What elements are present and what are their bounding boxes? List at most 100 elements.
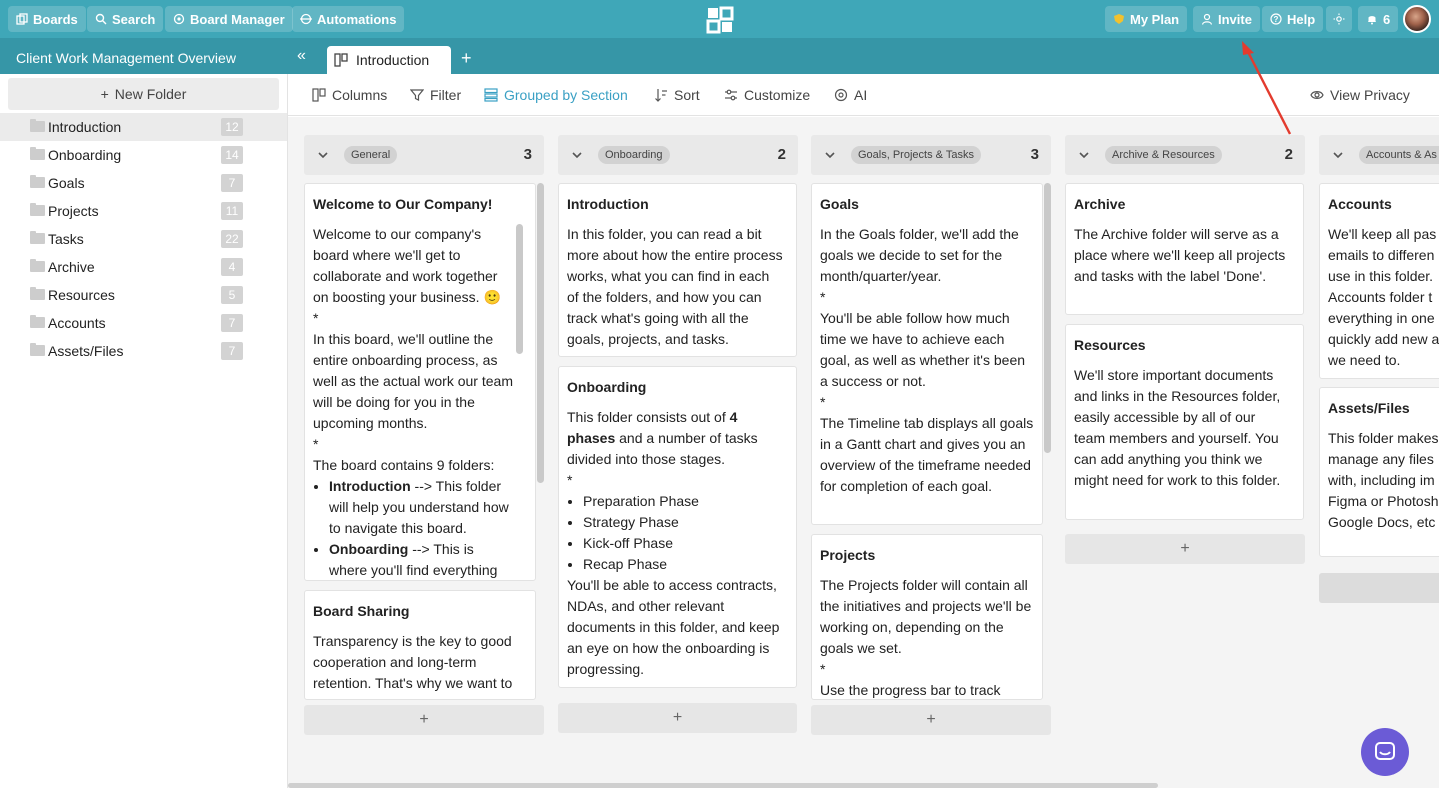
card-text: We'll keep all pas [1328,226,1437,242]
card-introduction[interactable]: Introduction In this folder, you can rea… [558,183,797,357]
invite-button[interactable]: Invite [1193,6,1260,32]
avatar[interactable] [1403,5,1431,33]
sidebar-item-resources[interactable]: Resources 5 [0,281,287,309]
filter-button[interactable]: Filter [410,87,461,103]
card-projects[interactable]: Projects The Projects folder will contai… [811,534,1043,700]
bold-text: Introduction [329,478,411,494]
chevron-down-icon[interactable] [316,148,330,162]
card-title: Welcome to Our Company! [313,196,493,212]
card-body: The Projects folder will contain all the… [820,575,1036,699]
section-count: 3 [1030,146,1039,163]
help-label: Help [1287,11,1316,27]
filter-icon [410,89,424,101]
column-scrollbar[interactable] [1044,183,1051,453]
sidebar-item-introduction[interactable]: Introduction 12 [0,113,287,141]
ai-button[interactable]: AI [834,87,867,103]
sidebar-item-archive[interactable]: Archive 4 [0,253,287,281]
card-text: * [313,310,319,326]
search-icon [95,13,107,25]
add-card-button[interactable]: + [1319,573,1439,603]
columns-label: Columns [332,87,388,103]
customize-button[interactable]: Customize [724,87,810,103]
sidebar-item-projects[interactable]: Projects 11 [0,197,287,225]
add-card-button[interactable]: + [304,705,544,735]
card-accounts[interactable]: Accounts We'll keep all pas emails to di… [1319,183,1439,379]
tab-introduction[interactable]: Introduction [327,46,451,74]
folder-icon [30,287,45,300]
my-plan-button[interactable]: My Plan [1105,6,1188,32]
card-text: Use the progress bar to track [820,682,1001,698]
section-name: Onboarding [598,146,670,164]
card-text: manage any files [1328,451,1434,467]
section-count: 3 [523,146,532,163]
boards-button[interactable]: Boards [8,6,86,32]
card-onboarding[interactable]: Onboarding This folder consists out of 4… [558,366,797,688]
board-horizontal-scrollbar[interactable] [288,783,1158,788]
view-privacy-button[interactable]: View Privacy [1310,87,1410,103]
card-title: Resources [1074,337,1146,353]
chat-support-button[interactable] [1361,728,1409,776]
card-board-sharing[interactable]: Board Sharing Transparency is the key to… [304,590,536,700]
card-text: * [820,289,826,305]
folder-count: 7 [221,314,243,332]
card-archive[interactable]: Archive The Archive folder will serve as… [1065,183,1304,315]
new-folder-button[interactable]: + New Folder [8,78,279,110]
card-assets-files[interactable]: Assets/Files This folder makes manage an… [1319,387,1439,557]
card-text: The board contains 9 folders: [313,457,495,473]
card-goals[interactable]: Goals In the Goals folder, we'll add the… [811,183,1043,525]
notifications-button[interactable]: 6 [1358,6,1399,32]
folder-label: Goals [48,175,85,191]
folder-count: 5 [221,286,243,304]
chevron-down-icon[interactable] [823,148,837,162]
folder-label: Tasks [48,231,84,247]
sun-icon [1333,13,1345,25]
sidebar-item-onboarding[interactable]: Onboarding 14 [0,141,287,169]
card-body: We'll keep all pas emails to differen us… [1328,224,1439,371]
add-card-button[interactable]: + [558,703,797,733]
chevron-down-icon[interactable] [570,148,584,162]
sort-button[interactable]: Sort [654,87,700,103]
card-body: The Archive folder will serve as a place… [1074,224,1290,287]
folder-count: 22 [221,230,243,248]
filter-label: Filter [430,87,462,103]
automations-button[interactable]: Automations [292,6,405,32]
sidebar-item-assets-files[interactable]: Assets/Files 7 [0,337,287,365]
theme-toggle-button[interactable] [1326,6,1352,32]
user-icon [1201,13,1213,25]
folder-count: 11 [221,202,243,220]
add-card-button[interactable]: + [811,705,1051,735]
grouped-by-section-button[interactable]: Grouped by Section [484,87,628,103]
chevron-down-icon[interactable] [1077,148,1091,162]
chat-icon [1375,742,1395,760]
add-card-button[interactable]: + [1065,534,1305,564]
boards-icon [16,13,28,25]
bold-text: Onboarding [329,541,409,557]
card-welcome[interactable]: Welcome to Our Company! Welcome to our c… [304,183,536,581]
card-text: This folder consists out of [567,409,730,425]
notification-count: 6 [1383,11,1391,27]
card-title: Archive [1074,196,1126,212]
chevron-down-icon[interactable] [1331,148,1345,162]
ai-icon [834,88,848,102]
list-item: Introduction --> This folder will help y… [329,476,513,539]
search-button[interactable]: Search [87,6,164,32]
add-tab-button[interactable]: + [461,48,472,69]
column-scrollbar[interactable] [537,183,544,483]
board-manager-button[interactable]: Board Manager [165,6,293,32]
card-text: * [567,472,573,488]
sidebar-item-accounts[interactable]: Accounts 7 [0,309,287,337]
app-logo-icon[interactable] [706,6,734,34]
card-text: with, including im [1328,472,1435,488]
customize-label: Customize [744,87,811,103]
help-button[interactable]: ? Help [1262,6,1324,32]
sidebar-item-tasks[interactable]: Tasks 22 [0,225,287,253]
card-resources[interactable]: Resources We'll store important document… [1065,324,1304,520]
card-scrollbar[interactable] [516,224,523,354]
folder-label: Projects [48,203,99,219]
collapse-sidebar-icon[interactable]: « [297,47,306,65]
sidebar-item-goals[interactable]: Goals 7 [0,169,287,197]
section-header: General 3 [304,135,544,175]
columns-button[interactable]: Columns [312,87,387,103]
card-text: The Timeline tab displays all goals in a… [820,415,1034,494]
card-title: Accounts [1328,196,1392,212]
